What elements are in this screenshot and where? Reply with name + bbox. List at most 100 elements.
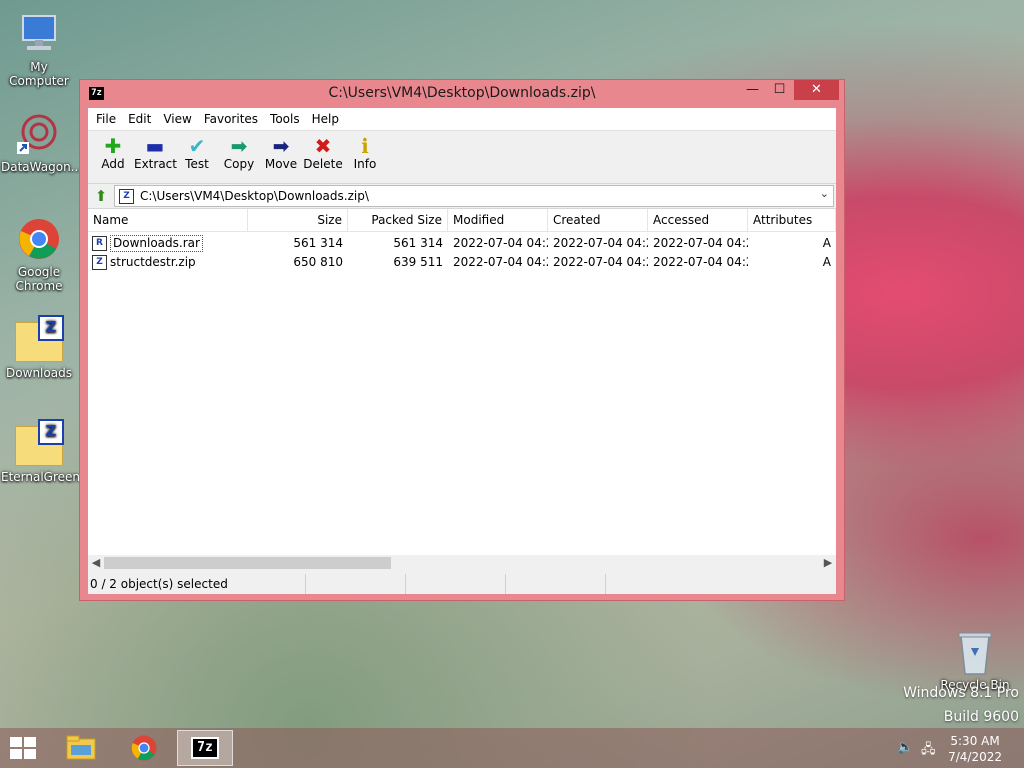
start-button[interactable] xyxy=(10,737,38,761)
desktop-icon-google-chrome[interactable]: Google Chrome xyxy=(1,215,77,293)
file-created: 2022-07-04 04:28 xyxy=(553,255,648,269)
file-name: Downloads.rar xyxy=(110,235,203,252)
file-accessed: 2022-07-04 04:27 xyxy=(653,236,748,250)
scrollbar-thumb[interactable] xyxy=(104,557,391,569)
status-panel xyxy=(306,574,406,594)
status-selection-text: 0 / 2 object(s) selected xyxy=(88,574,306,594)
file-explorer-icon xyxy=(66,735,96,760)
copy-button[interactable]: ➡ Copy xyxy=(218,131,260,183)
menu-edit[interactable]: Edit xyxy=(122,112,157,126)
copy-arrow-icon: ➡ xyxy=(230,134,248,158)
network-icon[interactable]: 🖧 xyxy=(921,740,936,762)
zip-file-icon: Z xyxy=(92,255,107,270)
close-button[interactable]: ✕ xyxy=(794,80,839,100)
windows-logo-icon xyxy=(10,737,22,747)
menu-favorites[interactable]: Favorites xyxy=(198,112,264,126)
title-bar[interactable]: 7z C:\Users\VM4\Desktop\Downloads.zip\ —… xyxy=(80,80,844,106)
file-list[interactable]: Name Size Packed Size Modified Created A… xyxy=(88,208,836,571)
file-modified: 2022-07-04 04:27 xyxy=(453,236,548,250)
status-panel xyxy=(406,574,506,594)
file-name: structdestr.zip xyxy=(110,255,196,269)
windows-edition-watermark: Windows 8.1 Pro xyxy=(903,685,1019,701)
desktop-icon-downloads[interactable]: Z Downloads xyxy=(1,315,77,380)
zip-folder-icon: Z xyxy=(15,419,64,466)
file-packed-size: 561 314 xyxy=(393,236,443,250)
address-path: C:\Users\VM4\Desktop\Downloads.zip\ xyxy=(140,189,369,203)
extract-button-label: Extract xyxy=(134,157,177,171)
status-bar: 0 / 2 object(s) selected xyxy=(88,574,836,594)
minimize-button[interactable]: — xyxy=(739,80,766,100)
minus-icon: ▬ xyxy=(145,134,165,158)
column-header-modified[interactable]: Modified xyxy=(448,209,548,231)
file-list-header: Name Size Packed Size Modified Created A… xyxy=(88,209,836,232)
column-header-attributes[interactable]: Attributes xyxy=(748,209,836,231)
column-header-name[interactable]: Name xyxy=(88,209,248,231)
address-bar: ⬆ Z C:\Users\VM4\Desktop\Downloads.zip\ … xyxy=(88,183,836,208)
menu-file[interactable]: File xyxy=(90,112,122,126)
desktop-icon-label: Google Chrome xyxy=(15,265,63,293)
table-row[interactable]: Z structdestr.zip 650 810 639 511 2022-0… xyxy=(88,253,836,272)
table-row[interactable]: R Downloads.rar 561 314 561 314 2022-07-… xyxy=(88,234,836,253)
status-panel xyxy=(506,574,606,594)
maximize-button[interactable]: ☐ xyxy=(766,80,793,100)
desktop-icon-datawagon[interactable]: DataWagon... xyxy=(1,110,82,174)
desktop-icon-label: Downloads xyxy=(6,366,72,380)
menu-tools[interactable]: Tools xyxy=(264,112,306,126)
scroll-left-icon[interactable]: ◀ xyxy=(88,555,104,571)
file-attributes: A xyxy=(822,236,831,250)
desktop-icon-label: My Computer xyxy=(9,60,69,88)
7zip-icon: 7z xyxy=(191,737,219,759)
move-arrow-icon: ➡ xyxy=(272,134,290,158)
7zip-window: 7z C:\Users\VM4\Desktop\Downloads.zip\ —… xyxy=(79,79,845,601)
column-header-packed-size[interactable]: Packed Size xyxy=(348,209,448,231)
desktop-icon-recycle-bin[interactable]: Recycle Bin xyxy=(937,630,1013,692)
taskbar-chrome[interactable] xyxy=(116,730,172,766)
taskbar-7zip[interactable]: 7z xyxy=(177,730,233,766)
chrome-icon xyxy=(15,215,63,263)
up-folder-button[interactable]: ⬆ xyxy=(88,187,114,205)
info-button-label: Info xyxy=(353,157,377,171)
file-size: 561 314 xyxy=(293,236,343,250)
rar-file-icon: R xyxy=(92,236,107,251)
move-button-label: Move xyxy=(264,157,298,171)
toolbar: ✚ Add ▬ Extract ✔ Test ➡ Copy ➡ Move ✖ D… xyxy=(88,131,836,183)
chrome-icon xyxy=(131,735,157,761)
desktop-icon-label: EternalGreen xyxy=(1,470,81,484)
menu-help[interactable]: Help xyxy=(306,112,345,126)
datawagon-icon xyxy=(15,110,63,158)
delete-x-icon: ✖ xyxy=(314,134,332,158)
add-button-label: Add xyxy=(101,157,125,171)
windows-build-watermark: Build 9600 xyxy=(943,709,1019,725)
menu-view[interactable]: View xyxy=(157,112,197,126)
scroll-right-icon[interactable]: ▶ xyxy=(820,555,836,571)
move-button[interactable]: ➡ Move xyxy=(260,131,302,183)
file-attributes: A xyxy=(822,255,831,269)
menu-bar: File Edit View Favorites Tools Help xyxy=(88,108,836,131)
horizontal-scrollbar[interactable]: ◀ ▶ xyxy=(88,555,836,571)
taskbar-clock[interactable]: 5:30 AM 7/4/2022 xyxy=(948,733,1002,765)
chevron-down-icon[interactable]: ⌄ xyxy=(820,187,829,200)
volume-muted-icon[interactable]: 🔈 xyxy=(897,740,913,755)
desktop-icon-my-computer[interactable]: My Computer xyxy=(1,10,77,88)
clock-time: 5:30 AM xyxy=(950,734,1000,748)
file-accessed: 2022-07-04 04:28 xyxy=(653,255,748,269)
taskbar-file-explorer[interactable] xyxy=(53,730,109,766)
add-button[interactable]: ✚ Add xyxy=(92,131,134,183)
address-field[interactable]: Z C:\Users\VM4\Desktop\Downloads.zip\ ⌄ xyxy=(114,185,834,207)
extract-button[interactable]: ▬ Extract xyxy=(134,131,177,183)
column-header-created[interactable]: Created xyxy=(548,209,648,231)
info-icon: ℹ xyxy=(361,134,369,158)
recycle-bin-icon xyxy=(951,630,999,676)
test-button[interactable]: ✔ Test xyxy=(176,131,218,183)
file-packed-size: 639 511 xyxy=(393,255,443,269)
test-button-label: Test xyxy=(185,157,209,171)
zip-folder-icon: Z xyxy=(15,315,64,362)
file-modified: 2022-07-04 04:28 xyxy=(453,255,548,269)
desktop-icon-eternalgreen[interactable]: Z EternalGreen xyxy=(1,419,81,484)
delete-button[interactable]: ✖ Delete xyxy=(302,131,344,183)
info-button[interactable]: ℹ Info xyxy=(344,131,386,183)
column-header-accessed[interactable]: Accessed xyxy=(648,209,748,231)
taskbar: 7z 🔈 🖧 5:30 AM 7/4/2022 xyxy=(0,728,1024,768)
check-icon: ✔ xyxy=(188,134,206,158)
column-header-size[interactable]: Size xyxy=(248,209,348,231)
